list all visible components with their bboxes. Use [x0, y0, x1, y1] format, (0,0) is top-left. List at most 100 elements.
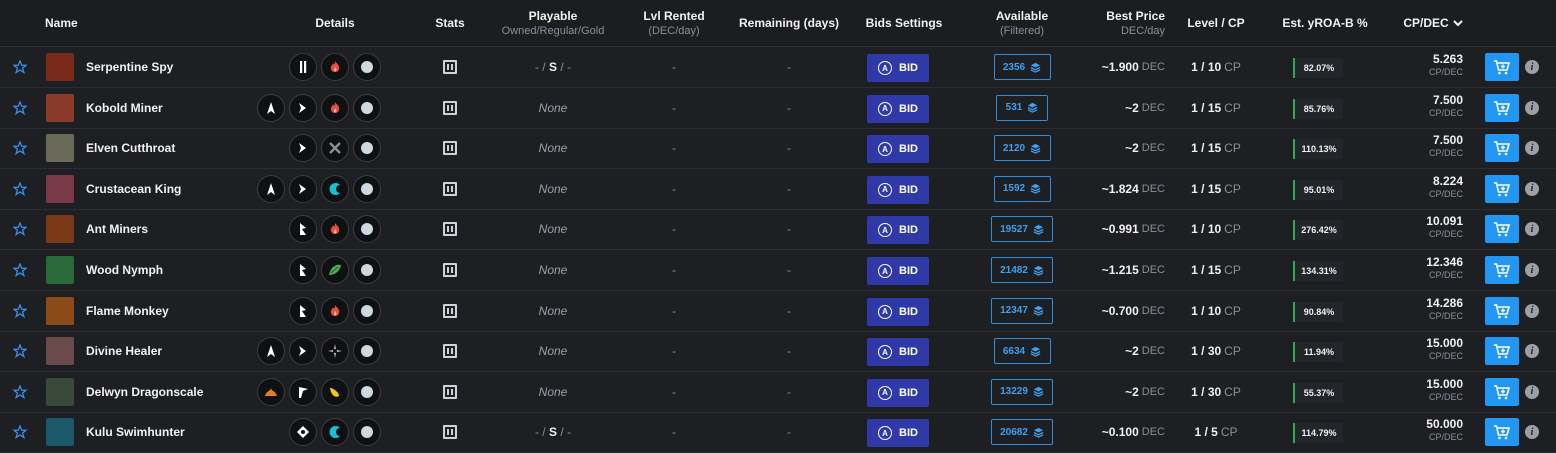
- stats-icon[interactable]: [443, 181, 457, 196]
- card-name[interactable]: Serpentine Spy: [86, 47, 173, 87]
- available-count-button[interactable]: 19527: [991, 216, 1053, 243]
- playable-cell: None: [493, 331, 613, 371]
- card-name[interactable]: Elven Cutthroat: [86, 128, 175, 168]
- favorite-star-icon[interactable]: [12, 291, 28, 331]
- info-icon[interactable]: i: [1525, 222, 1539, 237]
- bid-button[interactable]: A BID: [867, 135, 929, 164]
- auto-bid-icon: A: [878, 182, 893, 197]
- stats-icon[interactable]: [443, 303, 457, 318]
- info-icon[interactable]: i: [1525, 425, 1539, 440]
- col-lvl-rented-header[interactable]: Lvl Rented (DEC/day): [628, 0, 720, 46]
- info-icon[interactable]: i: [1525, 60, 1539, 74]
- card-name[interactable]: Divine Healer: [86, 331, 162, 371]
- available-count-button[interactable]: 21482: [991, 257, 1053, 283]
- card-name[interactable]: Flame Monkey: [86, 291, 169, 331]
- table-row[interactable]: Crustacean King None - - A BID 1592 ~1.824 DEC 1 …: [0, 169, 1556, 210]
- favorite-star-icon[interactable]: [12, 331, 28, 371]
- info-icon[interactable]: i: [1525, 141, 1539, 156]
- add-to-cart-button[interactable]: [1485, 215, 1519, 244]
- info-icon[interactable]: i: [1525, 384, 1539, 399]
- table-row[interactable]: Wood Nymph None - - A BID 21482 ~1.215 DEC 1 / 15…: [0, 250, 1556, 291]
- card-name[interactable]: Crustacean King: [86, 169, 181, 209]
- available-count-button[interactable]: 531: [996, 94, 1048, 121]
- favorite-star-icon[interactable]: [12, 372, 28, 412]
- stats-icon[interactable]: [443, 141, 457, 156]
- info-icon[interactable]: i: [1525, 303, 1539, 318]
- col-available-header[interactable]: Available (Filtered): [985, 0, 1059, 46]
- available-count-button[interactable]: 1592: [993, 175, 1051, 202]
- add-to-cart-button[interactable]: [1485, 174, 1519, 203]
- stats-icon[interactable]: [443, 344, 457, 359]
- bid-button[interactable]: A BID: [867, 419, 929, 448]
- add-to-cart-button[interactable]: [1485, 53, 1519, 81]
- info-icon[interactable]: i: [1525, 344, 1539, 359]
- col-best-price-header[interactable]: Best Price DEC/day: [1087, 0, 1165, 46]
- stats-icon[interactable]: [443, 222, 457, 237]
- bid-button[interactable]: A BID: [867, 338, 929, 367]
- cp-per-dec: 5.263 CP/DEC: [1428, 52, 1463, 77]
- stats-icon[interactable]: [443, 263, 457, 277]
- card-name[interactable]: Delwyn Dragonscale: [86, 372, 203, 412]
- col-cpdec-header[interactable]: CP/DEC: [1398, 0, 1468, 46]
- stats-icon[interactable]: [443, 60, 457, 74]
- col-remaining-header[interactable]: Remaining (days): [733, 0, 845, 46]
- neutral-icon: [353, 377, 381, 406]
- table-row[interactable]: Delwyn Dragonscale None - - A BID 13229 ~2 DEC 1 …: [0, 372, 1556, 413]
- col-name-header[interactable]: Name: [45, 0, 78, 46]
- bid-button[interactable]: A BID: [867, 175, 929, 204]
- col-playable-header[interactable]: Playable Owned/Regular/Gold: [493, 0, 613, 46]
- available-count-button[interactable]: 6634: [993, 338, 1051, 365]
- add-to-cart-button[interactable]: [1485, 256, 1519, 284]
- available-count-button[interactable]: 13229: [991, 378, 1053, 405]
- favorite-star-icon[interactable]: [12, 47, 28, 87]
- add-to-cart-button[interactable]: [1485, 296, 1519, 325]
- bid-button[interactable]: A BID: [867, 297, 929, 326]
- stats-icon[interactable]: [443, 100, 457, 115]
- table-row[interactable]: Kobold Miner None - - A BID 531 ~2 DEC 1 / 15 CP 85…: [0, 88, 1556, 129]
- playable-value: None: [538, 181, 568, 196]
- info-icon[interactable]: i: [1525, 100, 1539, 115]
- card-name[interactable]: Wood Nymph: [86, 250, 163, 290]
- favorite-star-icon[interactable]: [12, 209, 28, 249]
- add-to-cart-button[interactable]: [1485, 418, 1519, 447]
- sort-desc-icon: [1452, 20, 1463, 27]
- table-row[interactable]: Serpentine Spy - / S / - - - A BID 2356 ~1.900 D…: [0, 47, 1556, 88]
- stats-icon[interactable]: [443, 384, 457, 399]
- add-to-cart-button[interactable]: [1485, 377, 1519, 406]
- info-icon[interactable]: i: [1525, 263, 1539, 277]
- available-count-button[interactable]: 2120: [993, 135, 1051, 162]
- bid-button[interactable]: A BID: [867, 54, 929, 82]
- available-count-button[interactable]: 20682: [991, 419, 1053, 446]
- card-name[interactable]: Kulu Swimhunter: [86, 412, 185, 452]
- bid-label: BID: [899, 143, 918, 156]
- col-yroa-header[interactable]: Est. yROA-B %: [1270, 0, 1380, 46]
- bid-button[interactable]: A BID: [867, 216, 929, 245]
- col-level-cp-header[interactable]: Level / CP: [1180, 0, 1252, 46]
- add-to-cart-button[interactable]: [1485, 93, 1519, 122]
- card-avatar: [46, 134, 74, 163]
- bid-button[interactable]: A BID: [867, 378, 929, 407]
- info-icon[interactable]: i: [1525, 181, 1539, 196]
- favorite-star-icon[interactable]: [12, 250, 28, 290]
- add-to-cart-button[interactable]: [1485, 134, 1519, 163]
- card-name[interactable]: Ant Miners: [86, 209, 148, 249]
- favorite-star-icon[interactable]: [12, 128, 28, 168]
- table-row[interactable]: Kulu Swimhunter - / S / - - - A BID 20682 ~0.10…: [0, 412, 1556, 453]
- melee-icon: [289, 53, 317, 81]
- favorite-star-icon[interactable]: [12, 169, 28, 209]
- card-name[interactable]: Kobold Miner: [86, 88, 163, 128]
- favorite-star-icon[interactable]: [12, 412, 28, 452]
- stats-icon[interactable]: [443, 425, 457, 440]
- table-row[interactable]: Divine Healer None - - A BID 6634 ~2 DEC 1 / 30 CP…: [0, 331, 1556, 373]
- bid-button[interactable]: A BID: [867, 94, 929, 123]
- available-count-button[interactable]: 12347: [991, 297, 1053, 324]
- table-row[interactable]: Flame Monkey None - - A BID 12347 ~0.700 DEC 1 / …: [0, 291, 1556, 332]
- favorite-star-icon[interactable]: [12, 88, 28, 128]
- bid-button[interactable]: A BID: [867, 257, 929, 285]
- table-row[interactable]: Ant Miners None - - A BID 19527 ~0.991 DEC 1 / 10…: [0, 209, 1556, 251]
- card-avatar: [46, 256, 74, 284]
- table-row[interactable]: Elven Cutthroat None - - A BID 2120 ~2 DEC 1 / 15…: [0, 128, 1556, 170]
- add-to-cart-button[interactable]: [1485, 337, 1519, 366]
- cp-per-dec: 8.224 CP/DEC: [1428, 173, 1463, 199]
- available-count-button[interactable]: 2356: [993, 54, 1051, 80]
